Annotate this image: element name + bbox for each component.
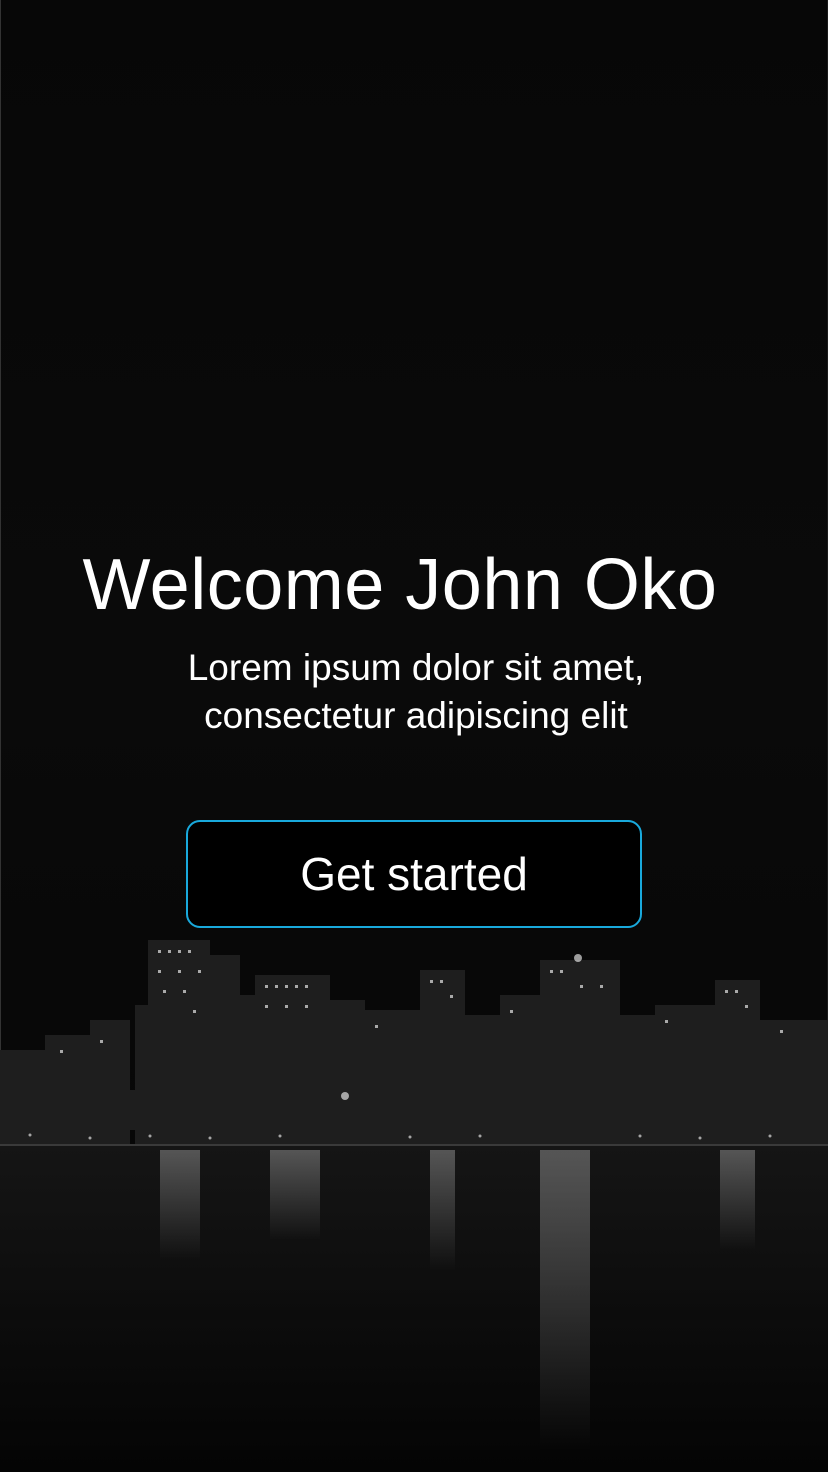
welcome-screen: Welcome John Oko Lorem ipsum dolor sit a… [0, 0, 828, 1472]
welcome-subtitle-line-1: Lorem ipsum dolor sit amet, [187, 647, 645, 688]
welcome-subtitle: Lorem ipsum dolor sit amet, consectetur … [0, 644, 828, 740]
welcome-title: Welcome John Oko [82, 545, 718, 625]
welcome-subtitle-line-2: consectetur adipiscing elit [204, 695, 628, 736]
city-skyline-background-image [0, 940, 828, 1472]
get-started-button[interactable]: Get started [186, 820, 642, 928]
